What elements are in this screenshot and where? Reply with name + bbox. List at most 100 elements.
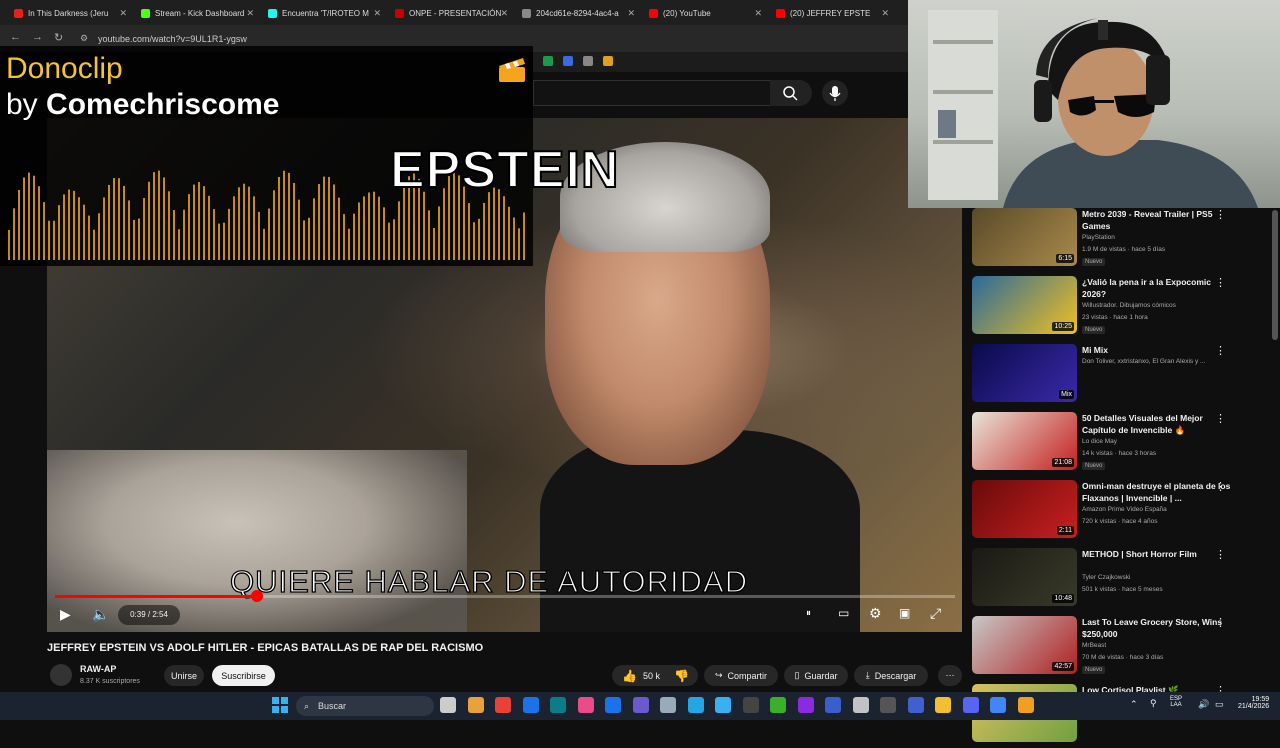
video-thumbnail[interactable]: 10:25 <box>972 276 1077 334</box>
settings-icon[interactable]: ⚙ <box>869 605 882 622</box>
voice-search-button[interactable] <box>822 80 848 106</box>
taskbar-app-icon[interactable] <box>935 697 951 713</box>
fullscreen-icon[interactable]: ⤢ <box>930 605 941 622</box>
recommended-video[interactable]: 21:08 50 Detalles Visuales del Mejor Capí… <box>972 412 1272 476</box>
taskbar-app-icon[interactable] <box>962 697 979 713</box>
miniplayer-icon[interactable]: ▣ <box>899 606 910 620</box>
tab-close-icon[interactable]: ✕ <box>246 8 254 19</box>
save-button[interactable]: ▯ Guardar <box>784 665 848 686</box>
sidebar-scrollbar[interactable] <box>1272 210 1278 340</box>
recommended-video-channel[interactable]: Willustrador. Dibujamos cómicos <box>1082 302 1176 309</box>
like-icon[interactable]: 👍 <box>622 669 637 683</box>
video-thumbnail[interactable]: 6:15 <box>972 208 1077 266</box>
tab-close-icon[interactable]: ✕ <box>119 8 127 19</box>
recommended-video-channel[interactable]: PlayStation <box>1082 234 1115 241</box>
like-count[interactable]: 50 k <box>643 671 660 681</box>
site-info-icon[interactable]: ⚙ <box>80 33 88 44</box>
taskbar-app-icon[interactable] <box>605 697 621 713</box>
video-progress-bar[interactable] <box>55 595 955 598</box>
video-thumbnail[interactable]: 42:57 <box>972 616 1077 674</box>
recommended-video-channel[interactable]: Lo dice May <box>1082 438 1117 445</box>
browser-tab[interactable]: Stream - Kick Dashboard ✕ <box>135 3 258 23</box>
recommended-video[interactable]: 42:57 Last To Leave Grocery Store, Wins $… <box>972 616 1272 680</box>
taskbar-app-icon[interactable] <box>797 697 814 713</box>
taskbar-app-icon[interactable] <box>852 697 869 713</box>
join-button[interactable]: Unirse <box>164 665 204 686</box>
browser-tab[interactable]: (20) YouTube ✕ <box>643 3 766 23</box>
tab-close-icon[interactable]: ✕ <box>373 8 381 19</box>
taskbar-app-icon[interactable] <box>550 697 566 713</box>
recommended-video[interactable]: 2:11 Omni-man destruye el planeta de los … <box>972 480 1272 544</box>
more-options-icon[interactable]: ⋮ <box>1215 344 1226 357</box>
recommended-video[interactable]: 6:15 Metro 2039 - Reveal Trailer | PS5 Ga… <box>972 208 1272 272</box>
bookmark-icon[interactable] <box>583 56 593 66</box>
windows-start-icon[interactable] <box>272 697 288 713</box>
forward-icon[interactable]: → <box>32 31 43 43</box>
bookmark-icon[interactable] <box>563 56 573 66</box>
taskbar-app-icon[interactable] <box>907 697 924 713</box>
video-thumbnail[interactable]: 2:11 <box>972 480 1077 538</box>
tab-close-icon[interactable]: ✕ <box>500 8 508 19</box>
channel-avatar[interactable] <box>50 664 72 686</box>
dislike-icon[interactable]: 👎 <box>674 669 689 683</box>
taskbar-app-icon[interactable] <box>632 697 649 713</box>
recommended-video-title[interactable]: Omni-man destruye el planeta de los Flax… <box>1082 480 1232 504</box>
subscribe-button[interactable]: Suscribirse <box>212 665 275 686</box>
download-button[interactable]: ⤓ Descargar <box>854 665 928 686</box>
browser-tab[interactable]: 204cd61e-8294-4ac4-a ✕ <box>516 3 639 23</box>
video-thumbnail[interactable]: 21:08 <box>972 412 1077 470</box>
autoplay-icon[interactable]: ⏸ <box>806 608 811 619</box>
taskbar-app-icon[interactable] <box>990 697 1006 713</box>
input-language[interactable]: ESP LAA <box>1170 696 1182 708</box>
tab-close-icon[interactable]: ✕ <box>881 8 889 19</box>
more-options-icon[interactable]: ⋮ <box>1215 548 1226 561</box>
recommended-video-title[interactable]: Mi Mix <box>1082 344 1232 356</box>
tray-network-icon[interactable]: ⚲ <box>1150 698 1157 709</box>
video-thumbnail[interactable]: Mix <box>972 344 1077 402</box>
more-options-icon[interactable]: ⋮ <box>1215 480 1226 493</box>
volume-icon[interactable]: 🔈 <box>92 606 109 623</box>
video-thumbnail[interactable]: 10:48 <box>972 548 1077 606</box>
recommended-video-channel[interactable]: Amazon Prime Video España <box>1082 506 1167 513</box>
taskbar-app-icon[interactable] <box>522 697 539 713</box>
recommended-video[interactable]: 10:25 ¿Valió la pena ir a la Expocomic 20… <box>972 276 1272 340</box>
recommended-video-channel[interactable]: Tyler Czajkowski <box>1082 574 1130 581</box>
taskbar-app-icon[interactable] <box>1017 697 1034 713</box>
channel-name[interactable]: RAW-AP <box>80 664 116 674</box>
taskbar-app-icon[interactable] <box>467 697 484 713</box>
more-options-icon[interactable]: ⋮ <box>1215 412 1226 425</box>
bookmark-icon[interactable] <box>603 56 613 66</box>
taskbar-app-icon[interactable] <box>660 697 676 713</box>
video-scrubber-handle[interactable] <box>250 590 263 602</box>
taskbar-app-icon[interactable] <box>440 697 456 713</box>
tray-battery-icon[interactable]: ▭ <box>1215 699 1224 710</box>
bookmark-icon[interactable] <box>543 56 553 66</box>
more-actions-button[interactable]: ⋯ <box>938 665 962 686</box>
share-button[interactable]: ↪ Compartir <box>704 665 778 686</box>
recommended-video-title[interactable]: Metro 2039 - Reveal Trailer | PS5 Games <box>1082 208 1232 232</box>
recommended-video-title[interactable]: METHOD | Short Horror Film <box>1082 548 1232 560</box>
recommended-video-channel[interactable]: MrBeast <box>1082 642 1106 649</box>
tray-volume-icon[interactable]: 🔊 <box>1198 699 1209 710</box>
taskbar-app-icon[interactable] <box>495 697 511 713</box>
recommended-video-title[interactable]: 50 Detalles Visuales del Mejor Capítulo … <box>1082 412 1232 436</box>
search-button[interactable] <box>770 80 812 106</box>
search-input[interactable] <box>533 80 770 106</box>
recommended-video-channel[interactable]: Don Toliver, xxtristanxo, El Gran Alexis… <box>1082 358 1205 365</box>
back-icon[interactable]: ← <box>10 31 21 43</box>
taskbar-app-icon[interactable] <box>577 697 594 713</box>
recommended-video[interactable]: Mix Mi Mix Don Toliver, xxtristanxo, El Gr… <box>972 344 1272 408</box>
reload-icon[interactable]: ↻ <box>54 31 63 44</box>
tab-close-icon[interactable]: ✕ <box>754 8 762 19</box>
recommended-video[interactable]: 10:48 METHOD | Short Horror Film Tyler Cza… <box>972 548 1272 612</box>
taskbar-app-icon[interactable] <box>715 697 731 713</box>
recommended-video-title[interactable]: ¿Valió la pena ir a la Expocomic 2026? <box>1082 276 1232 300</box>
tab-close-icon[interactable]: ✕ <box>627 8 635 19</box>
url-text[interactable]: youtube.com/watch?v=9UL1R1-ygsw <box>98 34 247 44</box>
recommended-video-title[interactable]: Last To Leave Grocery Store, Wins $250,0… <box>1082 616 1232 640</box>
captions-icon[interactable]: ▭ <box>838 606 849 620</box>
more-options-icon[interactable]: ⋮ <box>1215 276 1226 289</box>
more-options-icon[interactable]: ⋮ <box>1215 616 1226 629</box>
taskbar-app-icon[interactable] <box>880 697 896 713</box>
browser-tab[interactable]: Encuentra 'T/IROTEO M ✕ <box>262 3 385 23</box>
